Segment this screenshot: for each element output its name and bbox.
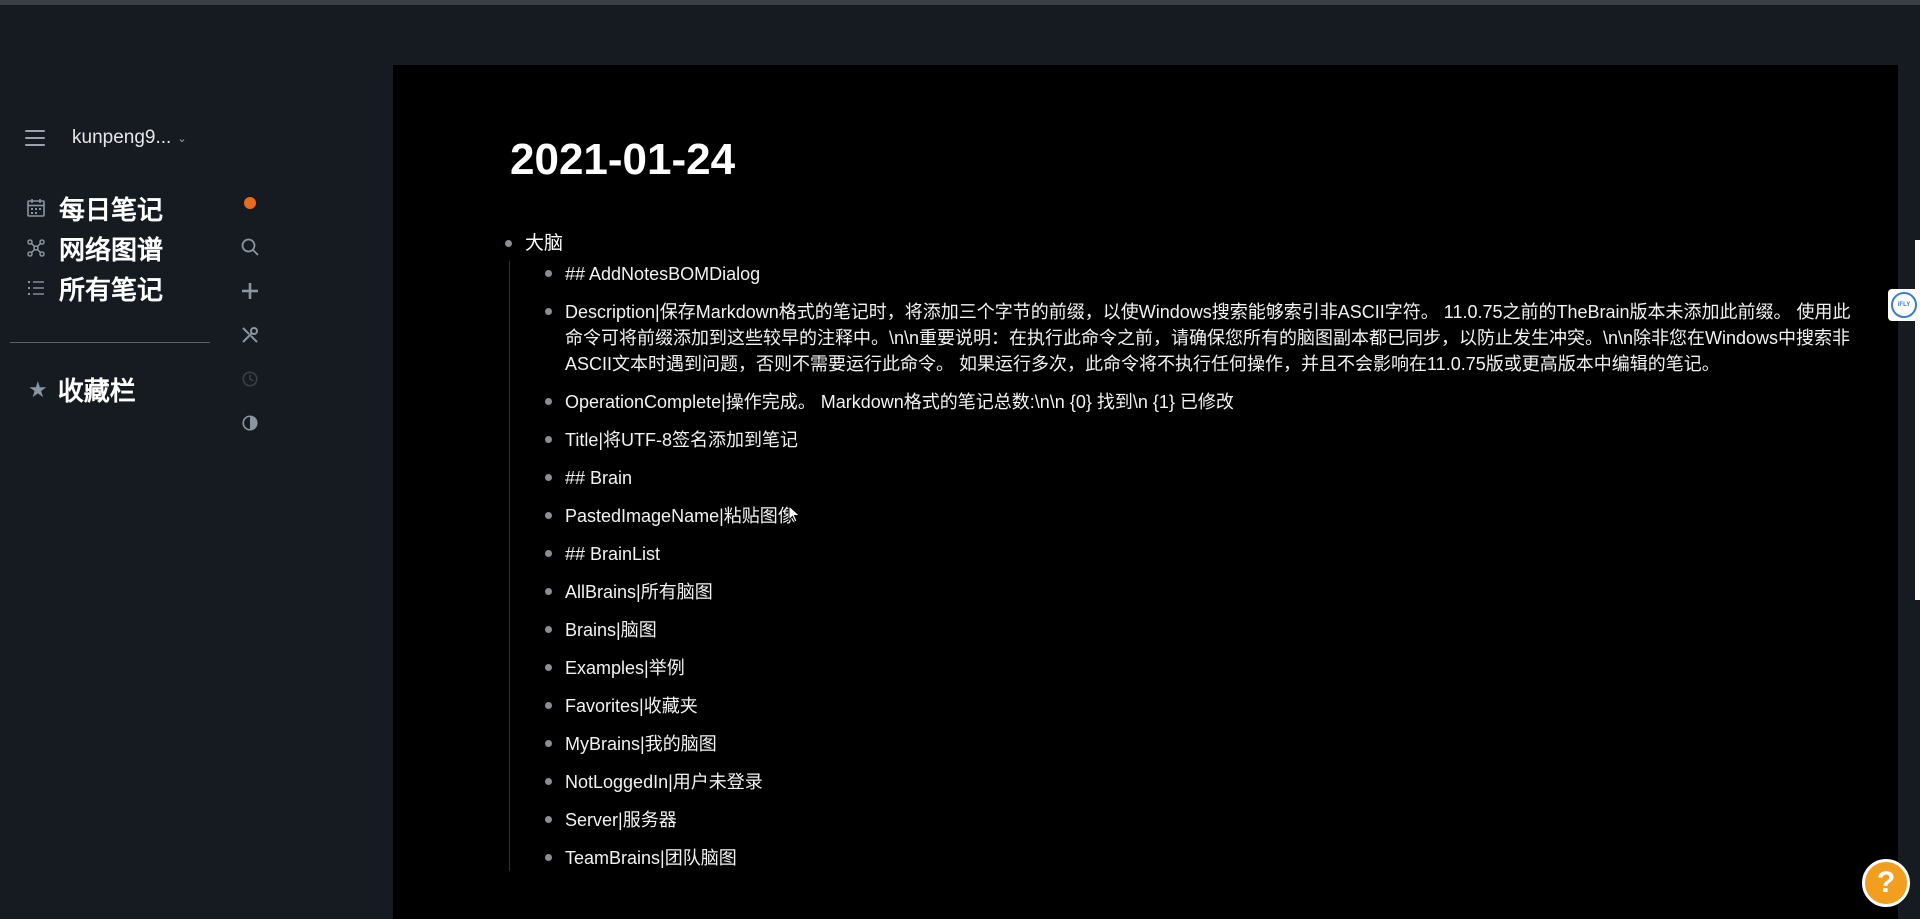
- sidebar-divider: [10, 342, 210, 343]
- history-icon[interactable]: [238, 367, 262, 391]
- chevron-down-icon[interactable]: ⌄: [177, 132, 186, 145]
- root-block[interactable]: 大脑: [505, 230, 1855, 257]
- sidebar-toolbar: [238, 191, 262, 455]
- bullet-icon[interactable]: [545, 854, 552, 861]
- child-block[interactable]: NotLoggedIn|用户未登录: [545, 769, 1855, 795]
- child-block[interactable]: Description|保存Markdown格式的笔记时，将添加三个字节的前缀，…: [545, 299, 1855, 377]
- bullet-icon[interactable]: [545, 740, 552, 747]
- tools-icon[interactable]: [238, 323, 262, 347]
- block-text[interactable]: Description|保存Markdown格式的笔记时，将添加三个字节的前缀，…: [565, 299, 1855, 377]
- sidebar-item-label: 所有笔记: [59, 274, 164, 305]
- notification-dot[interactable]: [238, 191, 262, 215]
- sidebar-item-graph[interactable]: 网络图谱: [25, 228, 225, 268]
- sidebar-item-label: 每日笔记: [59, 194, 164, 225]
- child-block[interactable]: TeamBrains|团队脑图: [545, 845, 1855, 871]
- child-block[interactable]: Title|将UTF-8签名添加到笔记: [545, 427, 1855, 453]
- outline: 大脑 ## AddNotesBOMDialog Description|保存Mar…: [505, 230, 1855, 883]
- ifly-widget[interactable]: iFLY: [1888, 289, 1920, 321]
- theme-toggle-icon[interactable]: [238, 411, 262, 435]
- block-text[interactable]: 大脑: [525, 230, 563, 257]
- menu-icon[interactable]: [25, 130, 45, 146]
- left-sidebar: kunpeng9... ⌄ 每日笔记 网络图谱 所有笔记 ★ 收藏栏: [0, 5, 393, 919]
- bullet-icon[interactable]: [545, 702, 552, 709]
- bullet-icon[interactable]: [545, 626, 552, 633]
- graph-icon: [25, 237, 47, 259]
- sidebar-item-journals[interactable]: 每日笔记: [25, 188, 225, 228]
- bullet-icon[interactable]: [545, 778, 552, 785]
- block-text[interactable]: Favorites|收藏夹: [565, 693, 698, 719]
- bullet-icon[interactable]: [545, 474, 552, 481]
- bullet-icon[interactable]: [545, 664, 552, 671]
- bullet-icon[interactable]: [545, 512, 552, 519]
- child-block[interactable]: ## BrainList: [545, 541, 1855, 567]
- bullet-icon[interactable]: [545, 436, 552, 443]
- child-blocks: ## AddNotesBOMDialog Description|保存Markdo…: [509, 261, 1855, 871]
- child-block[interactable]: ## AddNotesBOMDialog: [545, 261, 1855, 287]
- page-title[interactable]: 2021-01-24: [510, 135, 735, 185]
- favorites-header[interactable]: ★ 收藏栏: [28, 371, 136, 408]
- sidebar-item-label: 网络图谱: [59, 234, 164, 265]
- sidebar-header: kunpeng9... ⌄: [25, 123, 187, 153]
- child-block[interactable]: OperationComplete|操作完成。 Markdown格式的笔记总数:…: [545, 389, 1855, 415]
- bullet-icon[interactable]: [505, 240, 512, 247]
- ifly-logo: iFLY: [1891, 292, 1917, 318]
- block-text[interactable]: AllBrains|所有脑图: [565, 579, 713, 605]
- child-block[interactable]: Brains|脑图: [545, 617, 1855, 643]
- block-text[interactable]: Title|将UTF-8签名添加到笔记: [565, 427, 798, 453]
- block-text[interactable]: PastedImageName|粘贴图像: [565, 503, 796, 529]
- child-block[interactable]: Server|服务器: [545, 807, 1855, 833]
- block-text[interactable]: Server|服务器: [565, 807, 677, 833]
- block-text[interactable]: ## Brain: [565, 465, 632, 491]
- block-text[interactable]: ## AddNotesBOMDialog: [565, 261, 760, 287]
- favorites-label: 收藏栏: [57, 376, 136, 406]
- block-text[interactable]: TeamBrains|团队脑图: [565, 845, 737, 871]
- bullet-icon[interactable]: [545, 816, 552, 823]
- calendar-icon: [25, 197, 47, 219]
- bullet-icon[interactable]: [545, 308, 552, 315]
- sidebar-item-all-pages[interactable]: 所有笔记: [25, 268, 225, 308]
- bullet-icon[interactable]: [545, 270, 552, 277]
- bullet-icon[interactable]: [545, 550, 552, 557]
- main-editor: 2021-01-24 大脑 ## AddNotesBOMDialog Descri…: [393, 65, 1898, 919]
- child-block[interactable]: ## Brain: [545, 465, 1855, 491]
- child-block[interactable]: PastedImageName|粘贴图像: [545, 503, 1855, 529]
- block-text[interactable]: NotLoggedIn|用户未登录: [565, 769, 763, 795]
- help-button[interactable]: ?: [1862, 859, 1910, 907]
- child-block[interactable]: AllBrains|所有脑图: [545, 579, 1855, 605]
- search-icon[interactable]: [238, 235, 262, 259]
- block-text[interactable]: Brains|脑图: [565, 617, 657, 643]
- bullet-icon[interactable]: [545, 398, 552, 405]
- add-icon[interactable]: [238, 279, 262, 303]
- child-block[interactable]: Favorites|收藏夹: [545, 693, 1855, 719]
- sidebar-nav: 每日笔记 网络图谱 所有笔记: [25, 188, 225, 308]
- block-text[interactable]: Examples|举例: [565, 655, 685, 681]
- block-text[interactable]: OperationComplete|操作完成。 Markdown格式的笔记总数:…: [565, 389, 1234, 415]
- child-block[interactable]: MyBrains|我的脑图: [545, 731, 1855, 757]
- graph-selector[interactable]: kunpeng9...: [72, 127, 171, 149]
- star-icon: ★: [28, 376, 48, 402]
- block-text[interactable]: MyBrains|我的脑图: [565, 731, 717, 757]
- bullet-icon[interactable]: [545, 588, 552, 595]
- block-text[interactable]: ## BrainList: [565, 541, 660, 567]
- child-block[interactable]: Examples|举例: [545, 655, 1855, 681]
- list-icon: [25, 277, 47, 299]
